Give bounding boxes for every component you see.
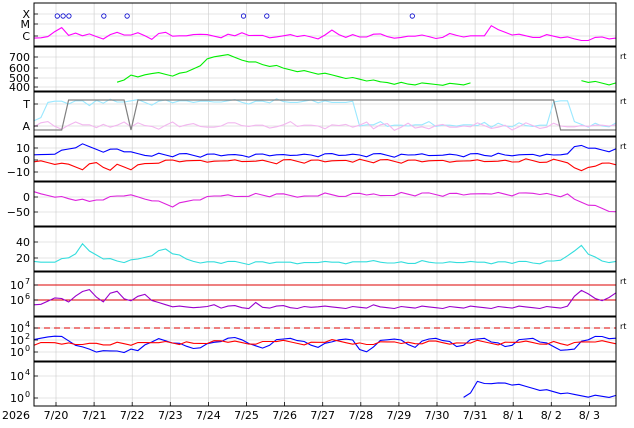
panel-neutron: 10 410 0 [10, 361, 617, 407]
panel-xray: XMC [21, 2, 617, 47]
panel-bz: 100−10rt [7, 136, 626, 182]
panel-dst: 0−50 [7, 181, 617, 227]
y-tick-label: 10 [10, 392, 24, 405]
x-tick-label: 7/25 [234, 409, 259, 422]
right-mark: rt [620, 52, 626, 61]
y-tick-label: 10 [10, 279, 24, 292]
right-mark: rt [620, 142, 626, 151]
flare-marker [60, 13, 66, 19]
x-tick-label: 8/ 3 [579, 409, 600, 422]
y-tick-exp: 4 [25, 368, 30, 377]
right-mark: rt [620, 277, 626, 286]
y-tick-label: 10 [10, 294, 24, 307]
panel-aurora: 4020 [16, 226, 617, 272]
x-tick-label: 8/ 2 [541, 409, 562, 422]
y-tick-label: 10 [10, 346, 24, 359]
space-weather-chart: X M C 700 600 500 400 rt T Art 10 0 −10 rt 0 −50 40 20 10 7… [0, 0, 634, 424]
flare-marker [409, 13, 415, 19]
y-tick-label: 400 [9, 81, 30, 94]
y-tick-label: A [22, 120, 30, 133]
flare-marker [101, 13, 107, 19]
panel-electron: 10 410 210 0rt [10, 316, 626, 362]
panel-wind_speed: 700600500400rt [9, 46, 626, 94]
y-tick-label: 0 [23, 191, 30, 204]
y-tick-label: C [22, 30, 30, 43]
y-tick-label: −10 [7, 166, 30, 179]
x-tick-label: 7/23 [158, 409, 183, 422]
x-tick-label: 7/21 [82, 409, 107, 422]
x-tick-label: 7/30 [425, 409, 450, 422]
y-tick-label: 10 [10, 370, 24, 383]
y-tick-label: T [22, 98, 30, 111]
x-tick-label: 7/26 [272, 409, 297, 422]
x-tick-label: 7/31 [463, 409, 488, 422]
chart-svg: XMC700600500400rtTArt100−10rt0−50402010 7… [2, 2, 626, 422]
flare-marker [66, 13, 72, 19]
flare-marker [124, 13, 130, 19]
y-tick-exp: 7 [25, 277, 30, 286]
x-tick-label: 7/28 [348, 409, 373, 422]
flare-marker [54, 13, 60, 19]
x-tick-label: 7/20 [44, 409, 69, 422]
y-tick-label: 40 [16, 236, 30, 249]
x-tick-label: 8/ 1 [503, 409, 524, 422]
flare-marker [264, 13, 270, 19]
y-tick-exp: 4 [25, 320, 30, 329]
panel-proton: 10 710 6 rt [10, 271, 626, 317]
right-mark: rt [620, 97, 626, 106]
panel-mag_polarity: TArt [22, 91, 626, 137]
y-tick-exp: 2 [25, 332, 30, 341]
flare-marker [240, 13, 247, 19]
x-tick-label: 7/29 [387, 409, 412, 422]
right-mark: rt [620, 322, 626, 331]
y-tick-label: −50 [7, 206, 30, 219]
y-tick-exp: 0 [25, 344, 30, 353]
x-tick-label: 7/27 [310, 409, 335, 422]
y-tick-label: 20 [16, 252, 30, 265]
y-tick-exp: 6 [25, 292, 30, 301]
x-tick-label: 7/22 [120, 409, 145, 422]
x-tick-label: 7/24 [196, 409, 221, 422]
year-label: 2026 [2, 409, 30, 422]
y-tick-exp: 0 [25, 390, 30, 399]
